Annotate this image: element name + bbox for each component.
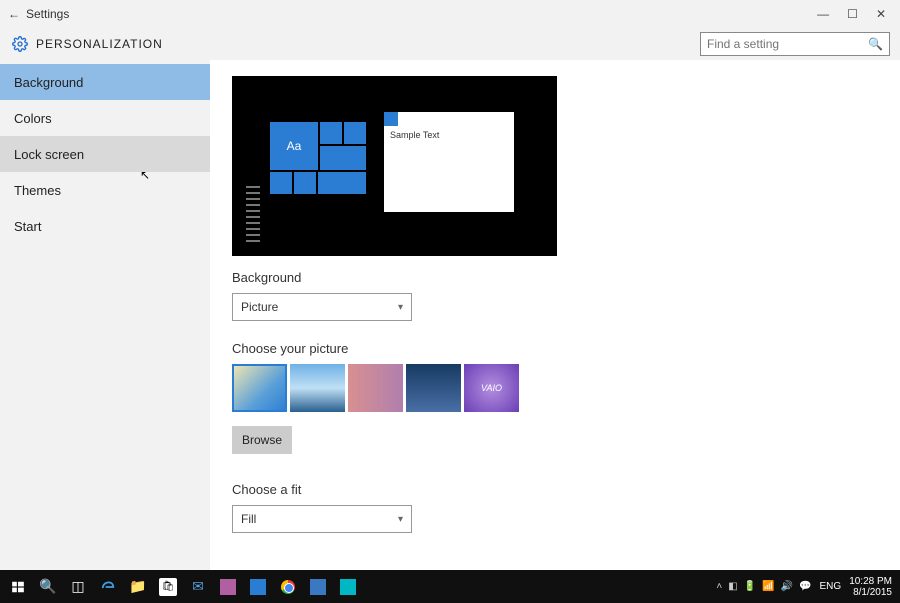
preview-sample-window: Sample Text (384, 112, 514, 212)
store-icon[interactable]: 🛍 (154, 573, 182, 601)
fit-combo[interactable]: Fill ▾ (232, 505, 412, 533)
fit-combo-value: Fill (241, 512, 256, 526)
preview-start-tiles: Aa (270, 122, 362, 242)
breadcrumb: PERSONALIZATION (36, 37, 700, 51)
start-button[interactable] (4, 573, 32, 601)
edge-icon[interactable] (94, 573, 122, 601)
battery-icon[interactable]: 🔋 (744, 581, 756, 592)
minimize-button[interactable]: — (817, 7, 829, 21)
action-center-icon[interactable]: 💬 (799, 581, 811, 592)
browse-button[interactable]: Browse (232, 426, 292, 454)
chrome-icon[interactable] (274, 573, 302, 601)
task-view-icon[interactable]: ◫ (64, 573, 92, 601)
background-combo[interactable]: Picture ▾ (232, 293, 412, 321)
maximize-button[interactable]: ☐ (847, 7, 858, 21)
thumb-portrait-2[interactable] (406, 364, 461, 412)
sidebar-item-label: Themes (14, 183, 61, 198)
sidebar-item-themes[interactable]: Themes (0, 172, 210, 208)
window-controls: — ☐ ✕ (817, 7, 892, 21)
chevron-down-icon: ▾ (398, 514, 403, 525)
tray-icon[interactable]: ◧ (728, 581, 737, 592)
chevron-down-icon: ▾ (398, 302, 403, 313)
sidebar-item-start[interactable]: Start (0, 208, 210, 244)
picture-thumbnails (232, 364, 878, 412)
taskbar-clock[interactable]: 10:28 PM 8/1/2015 (849, 576, 892, 598)
sidebar-item-label: Lock screen (14, 147, 84, 162)
sidebar-item-colors[interactable]: Colors (0, 100, 210, 136)
thumb-portrait-1[interactable] (348, 364, 403, 412)
sidebar-item-lock-screen[interactable]: Lock screen (0, 136, 210, 172)
sidebar-item-label: Colors (14, 111, 52, 126)
window-title: Settings (26, 7, 817, 21)
file-explorer-icon[interactable]: 📁 (124, 573, 152, 601)
choose-fit-label: Choose a fit (232, 482, 878, 497)
close-button[interactable]: ✕ (876, 7, 886, 21)
taskbar-date: 8/1/2015 (849, 587, 892, 598)
sidebar-item-background[interactable]: Background (0, 64, 210, 100)
preview-taskbar (232, 244, 557, 256)
settings-window: ← Settings — ☐ ✕ PERSONALIZATION 🔍 Backg… (0, 0, 900, 570)
pinned-app-3[interactable] (304, 573, 332, 601)
header-row: PERSONALIZATION 🔍 (0, 28, 900, 60)
pinned-app-2[interactable] (244, 573, 272, 601)
os-taskbar: 🔍 ◫ 📁 🛍 ✉ ˄ ◧ 🔋 📶 🔊 💬 ENG 10:28 PM 8/1/2… (0, 570, 900, 603)
pinned-app-4[interactable] (334, 573, 362, 601)
desktop-preview: Aa Sample Text (232, 76, 557, 256)
tray-chevron-icon[interactable]: ˄ (716, 581, 722, 592)
thumb-vaio-purple[interactable] (464, 364, 519, 412)
search-input[interactable] (707, 37, 868, 51)
taskbar-time: 10:28 PM (849, 576, 892, 587)
sidebar-item-label: Background (14, 75, 83, 90)
preview-app-list (246, 186, 260, 242)
volume-icon[interactable]: 🔊 (781, 581, 793, 592)
preview-tile-aa: Aa (270, 122, 318, 170)
search-box[interactable]: 🔍 (700, 32, 890, 56)
taskbar-left: 🔍 ◫ 📁 🛍 ✉ (0, 573, 362, 601)
pinned-app-1[interactable] (214, 573, 242, 601)
back-button[interactable]: ← (8, 7, 26, 21)
thumb-beach[interactable] (290, 364, 345, 412)
language-indicator[interactable]: ENG (820, 581, 842, 592)
content-pane: Aa Sample Text Background Picture ▾ Choo… (210, 60, 900, 570)
system-tray[interactable]: ˄ ◧ 🔋 📶 🔊 💬 (716, 581, 811, 592)
mail-icon[interactable]: ✉ (184, 573, 212, 601)
titlebar: ← Settings — ☐ ✕ (0, 0, 900, 28)
background-combo-value: Picture (241, 300, 278, 314)
search-icon: 🔍 (868, 37, 883, 51)
thumb-windows-hero[interactable] (232, 364, 287, 412)
gear-icon (10, 34, 30, 54)
preview-sample-text: Sample Text (384, 126, 514, 144)
network-icon[interactable]: 📶 (762, 581, 774, 592)
choose-picture-label: Choose your picture (232, 341, 878, 356)
background-label: Background (232, 270, 878, 285)
search-icon[interactable]: 🔍 (34, 573, 62, 601)
sidebar: Background Colors Lock screen Themes Sta… (0, 60, 210, 570)
taskbar-right: ˄ ◧ 🔋 📶 🔊 💬 ENG 10:28 PM 8/1/2015 (716, 576, 900, 598)
sidebar-item-label: Start (14, 219, 41, 234)
body: Background Colors Lock screen Themes Sta… (0, 60, 900, 570)
